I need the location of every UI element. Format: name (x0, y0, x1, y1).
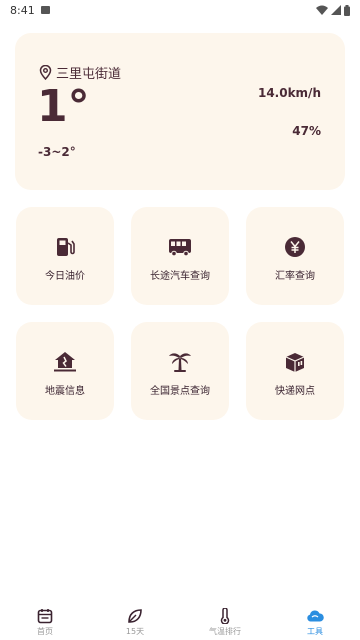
nav-label: 15天 (125, 627, 145, 636)
thermometer-icon (220, 608, 230, 624)
cloud-icon (307, 610, 324, 622)
tool-scenic-spots[interactable]: 全国景点查询 (131, 322, 229, 420)
tool-earthquake-info[interactable]: 地震信息 (16, 322, 114, 420)
package-icon (283, 350, 307, 374)
image-notification-icon (40, 6, 50, 14)
humidity: 47% (292, 124, 321, 138)
signal-icon (331, 5, 341, 15)
status-time: 8:41 (10, 3, 35, 17)
battery-icon (344, 4, 350, 16)
fuel-pump-icon (53, 235, 77, 259)
tool-label: 今日油价 (45, 271, 85, 282)
tool-fuel-price[interactable]: 今日油价 (16, 207, 114, 305)
status-bar: 8:41 (0, 0, 360, 20)
location-pin-icon (39, 65, 52, 80)
palm-tree-icon (168, 350, 192, 374)
nav-home[interactable]: 首页 (10, 600, 80, 637)
nav-tools[interactable]: 工具 (280, 600, 350, 637)
bottom-navigation: 首页 15天 气温排行 工具 (0, 600, 360, 640)
tool-label: 全国景点查询 (150, 386, 210, 397)
yen-icon (283, 235, 307, 259)
tool-label: 汇率查询 (275, 271, 315, 282)
nav-temperature-ranking[interactable]: 气温排行 (190, 600, 260, 637)
tool-long-distance-bus[interactable]: 长途汽车查询 (131, 207, 229, 305)
nav-label: 首页 (37, 627, 53, 636)
status-icons (316, 4, 350, 16)
calendar-icon (37, 609, 53, 624)
current-temperature: 1° (37, 81, 90, 132)
tool-express-outlets[interactable]: 快递网点 (246, 322, 344, 420)
weather-card[interactable]: 三里屯街道 1° -3~2° 14.0km/h 47% (15, 33, 345, 190)
temperature-range: -3~2° (38, 145, 76, 159)
earthquake-icon (53, 350, 77, 374)
tool-label: 长途汽车查询 (150, 271, 210, 282)
nav-label: 工具 (307, 627, 323, 636)
tool-exchange-rate[interactable]: 汇率查询 (246, 207, 344, 305)
wifi-icon (316, 5, 328, 15)
location[interactable]: 三里屯街道 (39, 63, 121, 82)
nav-15-days[interactable]: 15天 (100, 600, 170, 637)
tool-label: 快递网点 (275, 386, 315, 397)
bus-icon (168, 235, 192, 259)
wind-speed: 14.0km/h (257, 86, 321, 100)
location-name: 三里屯街道 (56, 67, 122, 82)
nav-label: 气温排行 (209, 627, 241, 636)
leaf-icon (128, 609, 142, 623)
tool-label: 地震信息 (45, 386, 85, 397)
